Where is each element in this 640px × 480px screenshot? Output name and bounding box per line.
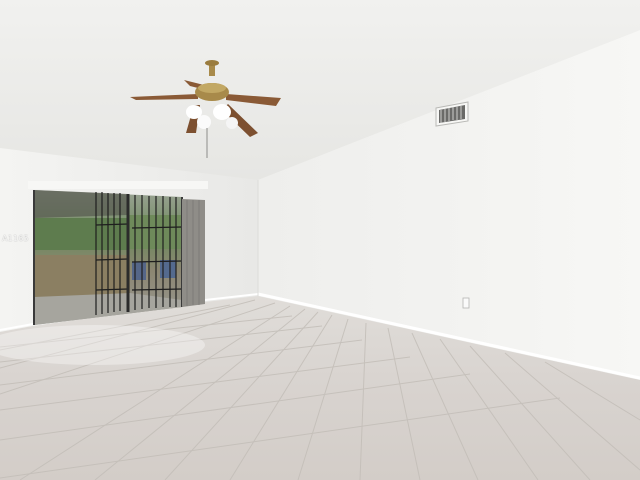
light-globe <box>213 104 231 120</box>
door-header <box>28 181 208 189</box>
watermark-text: A1165 <box>2 234 29 243</box>
room-photo: A1165 <box>0 0 640 480</box>
sliding-glass-door[interactable] <box>33 190 183 325</box>
room-illustration <box>0 0 640 480</box>
light-globe <box>197 115 211 129</box>
light-globe <box>226 117 238 129</box>
wall-outlet <box>462 297 470 309</box>
